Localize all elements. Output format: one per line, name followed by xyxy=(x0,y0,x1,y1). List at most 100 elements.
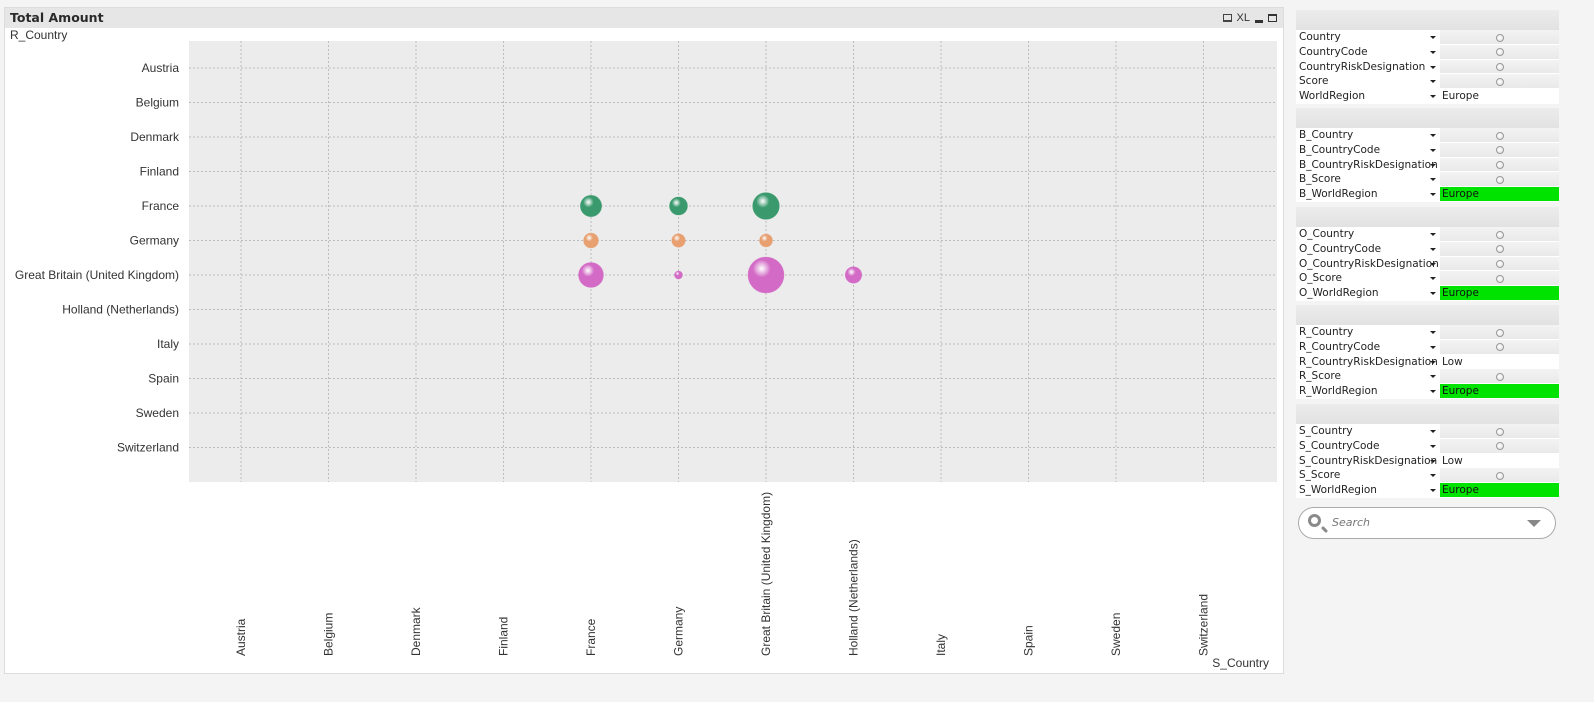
dropdown-caret-icon[interactable] xyxy=(1430,444,1436,448)
dropdown-caret-icon[interactable] xyxy=(1430,331,1436,334)
field-value[interactable]: Europe xyxy=(1440,286,1559,301)
bubble[interactable] xyxy=(583,232,599,249)
field-value[interactable] xyxy=(1440,74,1559,90)
field-name[interactable]: CountryRiskDesignation xyxy=(1296,59,1440,75)
listbox-row[interactable]: WorldRegion Europe xyxy=(1296,89,1559,104)
field-name[interactable]: B_CountryRiskDesignation xyxy=(1296,157,1440,173)
dropdown-caret-icon[interactable] xyxy=(1430,262,1436,266)
listbox-row[interactable]: O_Score xyxy=(1296,271,1559,287)
dropdown-caret-icon[interactable] xyxy=(1430,148,1436,152)
listbox-row[interactable]: R_WorldRegion Europe xyxy=(1296,384,1559,399)
dropdown-caret-icon[interactable] xyxy=(1430,292,1436,296)
listbox-row[interactable]: O_WorldRegion Europe xyxy=(1296,286,1559,301)
radio-icon[interactable] xyxy=(1495,372,1504,381)
dropdown-caret-icon[interactable] xyxy=(1430,430,1436,433)
radio-icon[interactable] xyxy=(1495,33,1504,42)
dropdown-caret-icon[interactable] xyxy=(1430,390,1436,394)
field-value[interactable]: Europe xyxy=(1440,89,1559,104)
listbox-row[interactable]: CountryRiskDesignation xyxy=(1296,59,1559,75)
listbox-row[interactable]: R_CountryRiskDesignation Low xyxy=(1296,354,1559,370)
listbox-row[interactable]: B_Country xyxy=(1296,128,1559,143)
field-value[interactable] xyxy=(1440,142,1559,158)
field-name[interactable]: O_CountryCode xyxy=(1296,241,1440,257)
field-value[interactable] xyxy=(1440,468,1559,484)
field-name[interactable]: B_Score xyxy=(1296,172,1440,188)
field-name[interactable]: O_CountryRiskDesignation xyxy=(1296,256,1440,272)
dropdown-caret-icon[interactable] xyxy=(1430,247,1436,251)
listbox-row[interactable]: CountryCode xyxy=(1296,44,1559,60)
field-name[interactable]: R_Country xyxy=(1296,325,1440,340)
field-value[interactable]: Low xyxy=(1440,453,1559,469)
field-value[interactable] xyxy=(1440,172,1559,188)
dropdown-caret-icon[interactable] xyxy=(1430,375,1436,379)
listbox-row[interactable]: R_CountryCode xyxy=(1296,339,1559,355)
listbox-row[interactable]: Score xyxy=(1296,74,1559,90)
radio-icon[interactable] xyxy=(1495,77,1504,86)
listbox-header[interactable] xyxy=(1296,10,1559,30)
dropdown-caret-icon[interactable] xyxy=(1430,459,1436,463)
listbox-row[interactable]: B_CountryRiskDesignation xyxy=(1296,157,1559,173)
dropdown-caret-icon[interactable] xyxy=(1430,193,1436,197)
radio-icon[interactable] xyxy=(1495,442,1504,451)
field-name[interactable]: S_CountryRiskDesignation xyxy=(1296,453,1440,469)
field-name[interactable]: Country xyxy=(1296,30,1440,45)
listbox-row[interactable]: R_Country xyxy=(1296,325,1559,340)
field-name[interactable]: O_Country xyxy=(1296,227,1440,242)
field-name[interactable]: B_CountryCode xyxy=(1296,142,1440,158)
field-value[interactable]: Europe xyxy=(1440,384,1559,399)
listbox-row[interactable]: O_Country xyxy=(1296,227,1559,242)
listbox-row[interactable]: S_CountryRiskDesignation Low xyxy=(1296,453,1559,469)
field-value[interactable]: Europe xyxy=(1440,483,1559,498)
field-name[interactable]: O_Score xyxy=(1296,271,1440,287)
bubble[interactable] xyxy=(674,270,683,280)
radio-icon[interactable] xyxy=(1495,471,1504,480)
dropdown-caret-icon[interactable] xyxy=(1430,163,1436,167)
field-name[interactable]: Score xyxy=(1296,74,1440,90)
field-value[interactable] xyxy=(1440,157,1559,173)
radio-icon[interactable] xyxy=(1495,427,1504,436)
listbox-row[interactable]: B_CountryCode xyxy=(1296,142,1559,158)
dropdown-caret-icon[interactable] xyxy=(1430,178,1436,182)
field-name[interactable]: S_Country xyxy=(1296,424,1440,439)
dropdown-arrow-icon[interactable] xyxy=(1527,520,1541,527)
field-name[interactable]: S_CountryCode xyxy=(1296,438,1440,454)
radio-icon[interactable] xyxy=(1495,131,1504,140)
dropdown-caret-icon[interactable] xyxy=(1430,489,1436,493)
field-value[interactable] xyxy=(1440,241,1559,257)
dropdown-caret-icon[interactable] xyxy=(1430,80,1436,84)
search-box[interactable]: Search xyxy=(1298,507,1556,539)
listbox-header[interactable] xyxy=(1296,207,1559,227)
field-value[interactable] xyxy=(1440,271,1559,287)
listbox-header[interactable] xyxy=(1296,305,1559,325)
field-value[interactable] xyxy=(1440,369,1559,385)
field-name[interactable]: R_WorldRegion xyxy=(1296,384,1440,399)
listbox-row[interactable]: R_Score xyxy=(1296,369,1559,385)
field-value[interactable] xyxy=(1440,44,1559,60)
field-name[interactable]: O_WorldRegion xyxy=(1296,286,1440,301)
bubble[interactable] xyxy=(752,192,780,220)
listbox-row[interactable]: B_WorldRegion Europe xyxy=(1296,187,1559,202)
radio-icon[interactable] xyxy=(1495,274,1504,283)
radio-icon[interactable] xyxy=(1495,63,1504,72)
listbox-row[interactable]: S_Score xyxy=(1296,468,1559,484)
listbox-row[interactable]: S_WorldRegion Europe xyxy=(1296,483,1559,498)
dropdown-caret-icon[interactable] xyxy=(1430,36,1436,39)
radio-icon[interactable] xyxy=(1495,48,1504,57)
dropdown-caret-icon[interactable] xyxy=(1430,345,1436,349)
listbox-header[interactable] xyxy=(1296,404,1559,424)
field-name[interactable]: S_WorldRegion xyxy=(1296,483,1440,498)
dropdown-caret-icon[interactable] xyxy=(1430,360,1436,364)
radio-icon[interactable] xyxy=(1495,260,1504,269)
radio-icon[interactable] xyxy=(1495,343,1504,352)
field-name[interactable]: R_CountryCode xyxy=(1296,339,1440,355)
field-value[interactable]: Low xyxy=(1440,354,1559,370)
radio-icon[interactable] xyxy=(1495,175,1504,184)
dropdown-caret-icon[interactable] xyxy=(1430,134,1436,137)
listbox-row[interactable]: S_Country xyxy=(1296,424,1559,439)
field-name[interactable]: R_CountryRiskDesignation xyxy=(1296,354,1440,370)
field-value[interactable] xyxy=(1440,30,1559,45)
listbox-row[interactable]: Country xyxy=(1296,30,1559,45)
dropdown-caret-icon[interactable] xyxy=(1430,50,1436,54)
field-name[interactable]: R_Score xyxy=(1296,369,1440,385)
listbox-row[interactable]: O_CountryRiskDesignation xyxy=(1296,256,1559,272)
